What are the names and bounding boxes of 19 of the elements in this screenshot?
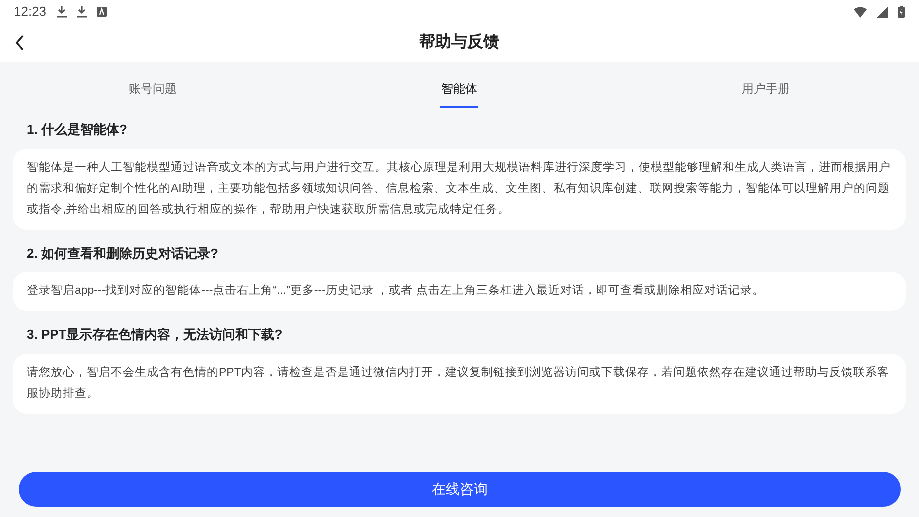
download-icon [56,6,67,18]
status-time: 12:23 [14,3,47,22]
online-consult-button[interactable]: 在线咨询 [19,472,901,507]
back-icon[interactable] [15,35,25,51]
faq-question: 2. 如何查看和删除历史对话记录? [26,244,220,262]
wifi-icon [854,6,867,18]
faq-answer: 请您放心，智启不会生成含有色情的PPT内容，请检查是否是通过微信内打开，建议复制链接到浏览器访问或下载保存，若问题依然存在建议通过帮助与反馈联系客服协助排查。 [13,354,906,414]
tab[interactable]: 用户手册 [742,66,790,108]
faq-question: 3. PPT显示存在色情内容，无法访问和下载? [26,326,284,344]
battery-icon [898,6,905,18]
tab[interactable]: 智能体 [440,66,478,108]
app-notification-icon [96,7,107,17]
signal-icon [877,6,888,18]
faq-answer: 智能体是一种人工智能模型通过语音或文本的方式与用户进行交互。其核心原理是利用大规模语料库进行深度学习，使模型能够理解和生成人类语言，进而根据用户的需求和偏好定制个性化的AI助理，主要功能包括多领域知识问答、信息检索、文本生成、文生图、私有知识库创建、联网搜索等能力，智能体可以理解用户的问题或指令,并给出相应的回答或执行相应的操作，帮助用户快速获取所需信息或完成特定任务。 [13,148,906,230]
download-icon [76,6,87,18]
faq-question: 1. 什么是智能体? [26,121,128,139]
tab[interactable]: 账号问题 [129,66,178,108]
page-title: 帮助与反馈 [420,32,500,53]
faq-answer: 登录智启app---找到对应的智能体---点击右上角“...”更多---历史记录 ，或者 点击左上角三条杠进入最近对话，即可查看或删除相应对话记录。 [13,272,906,311]
